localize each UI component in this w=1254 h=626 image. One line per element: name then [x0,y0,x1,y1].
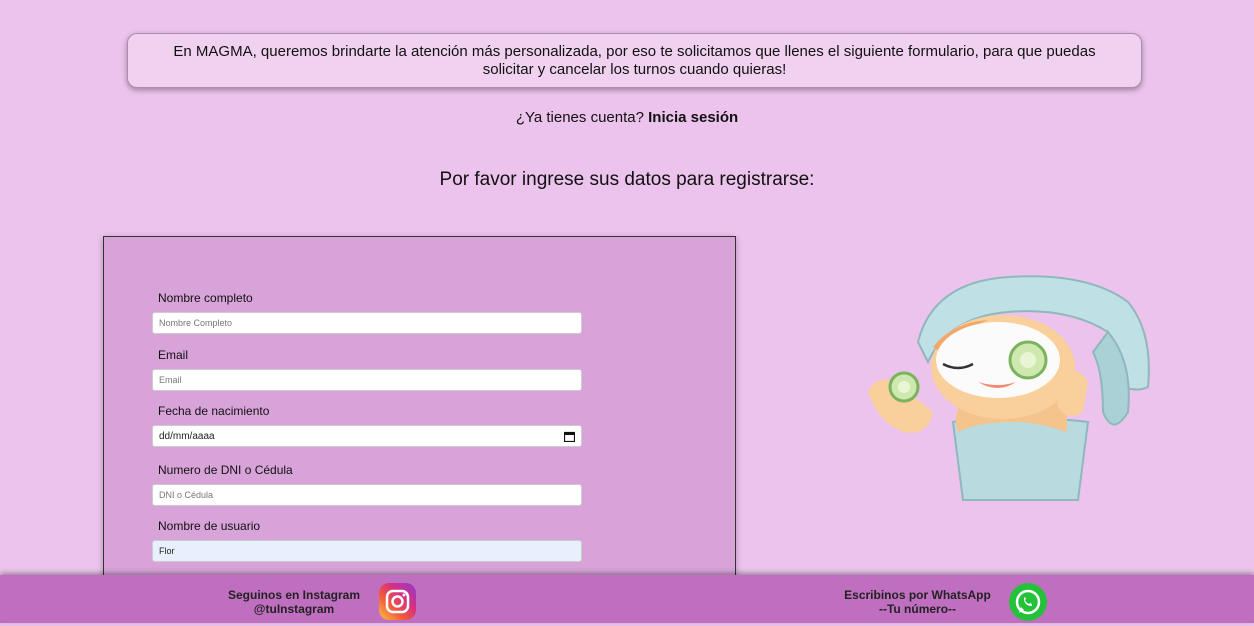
birthdate-placeholder: dd/mm/aaaa [159,430,215,442]
fullname-label: Nombre completo [158,291,253,305]
intro-banner: En MAGMA, queremos brindarte la atención… [127,33,1142,88]
registration-form: Nombre completo Email Fecha de nacimient… [103,236,736,586]
whatsapp-line1: Escribinos por WhatsApp [844,588,991,602]
instagram-text: Seguinos en Instagram @tuInstagram [215,588,373,616]
instagram-handle: @tuInstagram [253,602,335,616]
fullname-input[interactable] [152,312,582,334]
birthdate-label: Fecha de nacimiento [158,404,270,418]
birthdate-input[interactable]: dd/mm/aaaa [152,425,582,447]
instagram-line1: Seguinos en Instagram [227,588,361,602]
whatsapp-number: --Tu número-- [878,602,957,616]
intro-text: En MAGMA, queremos brindarte la atención… [173,42,1096,78]
page-subtitle: Por favor ingrese sus datos para registr… [439,169,815,190]
email-label: Email [158,348,189,362]
footer: Seguinos en Instagram @tuInstagram Escri… [0,575,1254,623]
instagram-icon[interactable] [379,583,416,620]
username-label: Nombre de usuario [158,519,261,533]
login-prompt: ¿Ya tienes cuenta? Inicia sesión [0,109,1254,126]
whatsapp-icon[interactable] [1009,583,1047,621]
email-input[interactable] [152,369,582,391]
spa-woman-illustration [868,275,1150,501]
calendar-icon[interactable] [564,431,575,442]
username-input[interactable] [152,540,582,562]
login-question: ¿Ya tienes cuenta? [515,109,644,126]
dni-label: Numero de DNI o Cédula [158,463,293,477]
whatsapp-text: Escribinos por WhatsApp --Tu número-- [835,588,1000,616]
dni-input[interactable] [152,484,582,506]
login-link[interactable]: Inicia sesión [648,109,738,126]
